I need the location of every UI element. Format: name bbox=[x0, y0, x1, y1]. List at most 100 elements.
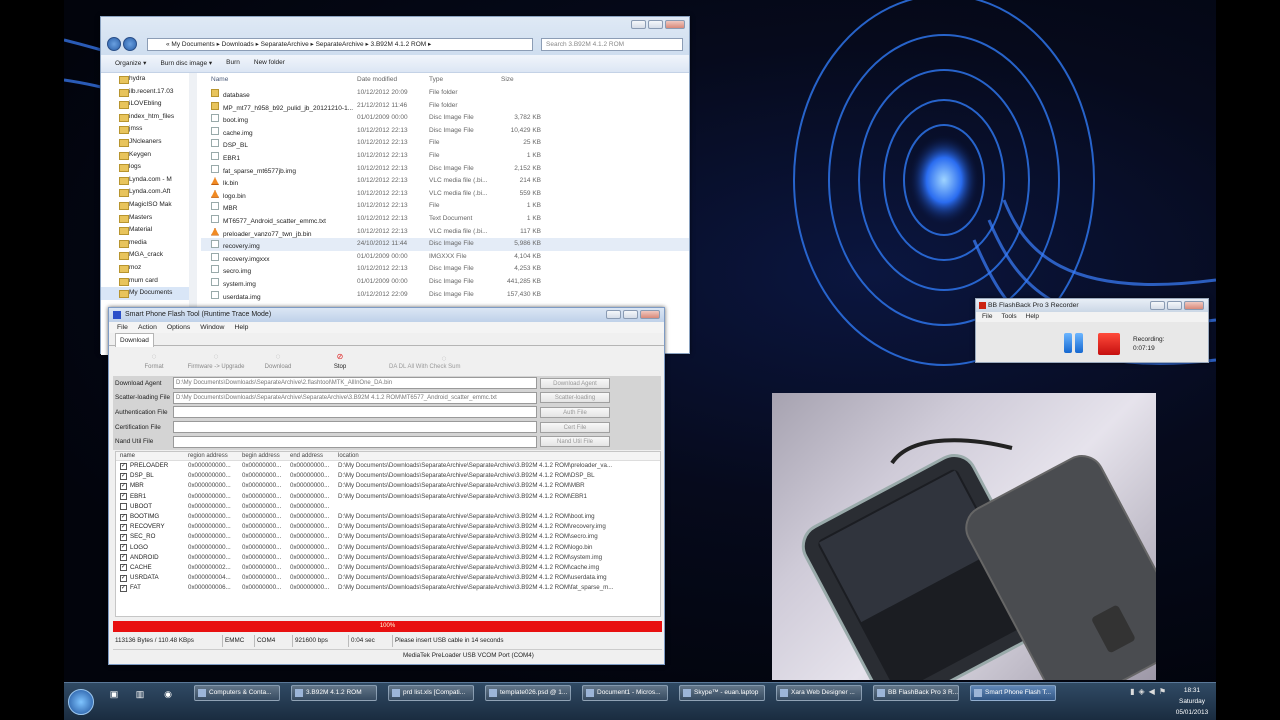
col-begin[interactable]: begin address bbox=[242, 452, 290, 460]
menu-tools[interactable]: Tools bbox=[1001, 312, 1016, 322]
taskbar-button[interactable]: 3.B92M 4.1.2 ROM bbox=[291, 685, 377, 701]
taskbar-button[interactable]: Computers & Conta... bbox=[194, 685, 280, 701]
explorer-window[interactable]: « My Documents ▸ Downloads ▸ SeparateArc… bbox=[100, 16, 690, 355]
partition-checkbox[interactable]: ✓ bbox=[120, 584, 127, 592]
flash-tool-window[interactable]: Smart Phone Flash Tool (Runtime Trace Mo… bbox=[108, 307, 665, 665]
partition-checkbox[interactable]: ✓ bbox=[120, 544, 127, 552]
file-row[interactable]: EBR1 10/12/2012 22:13 File 1 KB bbox=[201, 150, 689, 163]
download-button[interactable]: Download bbox=[247, 352, 309, 370]
col-name[interactable]: name bbox=[116, 452, 188, 460]
file-row[interactable]: recovery.imgxxx 01/01/2009 00:00 IMGXXX Fi… bbox=[201, 251, 689, 264]
taskbar-button[interactable]: prd list.xls [Compati... bbox=[388, 685, 474, 701]
column-date[interactable]: Date modified bbox=[357, 73, 429, 87]
taskbar-button[interactable]: Skype™ - euan.laptop bbox=[679, 685, 765, 701]
maximize-button[interactable] bbox=[1167, 301, 1182, 310]
taskbar-button[interactable]: Xara Web Designer ... bbox=[776, 685, 862, 701]
partition-row[interactable]: ✓ DSP_BL 0x000000000... 0x00000000... 0x0000… bbox=[116, 471, 660, 481]
partition-checkbox[interactable]: ✓ bbox=[120, 554, 127, 562]
minimize-button[interactable] bbox=[631, 20, 646, 29]
partition-checkbox[interactable]: ✓ bbox=[120, 462, 127, 470]
maximize-button[interactable] bbox=[623, 310, 638, 319]
tree-folder[interactable]: logs bbox=[101, 161, 190, 174]
pause-icon[interactable] bbox=[1064, 333, 1084, 353]
tree-folder[interactable]: hydra bbox=[101, 73, 190, 86]
partition-row[interactable]: ✓ ANDROID 0x000000000... 0x00000000... 0x000… bbox=[116, 553, 660, 563]
taskbar-button[interactable]: Document1 - Micros... bbox=[582, 685, 668, 701]
partition-checkbox[interactable]: ✓ bbox=[120, 574, 127, 582]
stop-button[interactable]: Stop bbox=[309, 352, 371, 370]
col-location[interactable]: location bbox=[338, 452, 638, 460]
tree-folder[interactable]: Masters bbox=[101, 212, 190, 225]
setting-browse-button[interactable]: Scatter-loading bbox=[540, 392, 610, 404]
partition-checkbox[interactable]: ✓ bbox=[120, 523, 127, 531]
taskbar-button[interactable]: BB FlashBack Pro 3 R... bbox=[873, 685, 959, 701]
tree-folder[interactable]: Lynda.com.Aft bbox=[101, 186, 190, 199]
maximize-button[interactable] bbox=[648, 20, 663, 29]
tree-folder[interactable]: MGA_crack bbox=[101, 249, 190, 262]
file-row[interactable]: recovery.img 24/10/2012 11:44 Disc Image F… bbox=[201, 238, 689, 251]
file-row[interactable]: fat_sparse_mt6577jb.img 10/12/2012 22:13 D… bbox=[201, 163, 689, 176]
tray-battery-icon[interactable]: ▮ bbox=[1130, 687, 1134, 696]
explorer-pin-icon[interactable]: ▥ bbox=[134, 689, 146, 701]
partition-row[interactable]: ✓ LOGO 0x000000000... 0x00000000... 0x000000… bbox=[116, 543, 660, 553]
tree-folder[interactable]: index_htm_files bbox=[101, 111, 190, 124]
menu-options[interactable]: Options bbox=[167, 322, 190, 333]
partition-row[interactable]: ✓ BOOTIMG 0x000000000... 0x00000000... 0x000… bbox=[116, 512, 660, 522]
partition-row[interactable]: ✓ PRELOADER 0x000000000... 0x00000000... 0x0… bbox=[116, 461, 660, 471]
partition-checkbox[interactable]: ✓ bbox=[120, 513, 127, 521]
tree-folder[interactable]: My Documents bbox=[101, 287, 190, 300]
menu-action[interactable]: Action bbox=[138, 322, 157, 333]
menu-window[interactable]: Window bbox=[200, 322, 224, 333]
file-row[interactable]: MT6577_Android_scatter_emmc.txt 10/12/201… bbox=[201, 213, 689, 226]
tree-folder[interactable]: media bbox=[101, 237, 190, 250]
menu-help[interactable]: Help bbox=[1026, 312, 1039, 322]
tab-download[interactable]: Download bbox=[115, 333, 154, 347]
recorder-window[interactable]: BB FlashBack Pro 3 Recorder File Tools H… bbox=[975, 298, 1209, 363]
clock[interactable]: 18:31 Saturday 05/01/2013 bbox=[1172, 685, 1212, 718]
setting-path-field[interactable]: D:\My Documents\Downloads\SeparateArchiv… bbox=[173, 391, 537, 404]
tree-folder[interactable]: Lynda.com - M bbox=[101, 174, 190, 187]
file-row[interactable]: lk.bin 10/12/2012 22:13 VLC media file (.b… bbox=[201, 175, 689, 188]
close-button[interactable] bbox=[665, 20, 685, 29]
partition-row[interactable]: ✓ USRDATA 0x000000004... 0x00000000... 0x000… bbox=[116, 573, 660, 583]
close-button[interactable] bbox=[1184, 301, 1204, 310]
minimize-button[interactable] bbox=[1150, 301, 1165, 310]
forward-icon[interactable] bbox=[123, 37, 137, 51]
partition-row[interactable]: ✓ FAT 0x000000006... 0x00000000... 0x0000000… bbox=[116, 583, 660, 593]
col-region[interactable]: region address bbox=[188, 452, 242, 460]
partition-row[interactable]: UBOOT 0x000000000... 0x00000000... 0x000000… bbox=[116, 502, 660, 512]
tree-folder[interactable]: moz bbox=[101, 262, 190, 275]
partition-row[interactable]: ✓ EBR1 0x000000000... 0x00000000... 0x000000… bbox=[116, 492, 660, 502]
file-row[interactable]: DSP_BL 10/12/2012 22:13 File 25 KB bbox=[201, 137, 689, 150]
file-row[interactable]: logo.bin 10/12/2012 22:13 VLC media file (… bbox=[201, 188, 689, 201]
stop-record-icon[interactable] bbox=[1098, 333, 1120, 355]
start-button[interactable] bbox=[68, 689, 94, 715]
partition-row[interactable]: ✓ SEC_RO 0x000000000... 0x00000000... 0x0000… bbox=[116, 532, 660, 542]
partition-checkbox[interactable]: ✓ bbox=[120, 533, 127, 541]
partition-checkbox[interactable] bbox=[120, 503, 127, 511]
menu-file[interactable]: File bbox=[982, 312, 992, 322]
file-row[interactable]: boot.img 01/01/2009 00:00 Disc Image File 3… bbox=[201, 112, 689, 125]
taskbar-button[interactable]: template026.psd @ 1... bbox=[485, 685, 571, 701]
tree-folder[interactable]: jmss bbox=[101, 123, 190, 136]
partition-checkbox[interactable]: ✓ bbox=[120, 493, 127, 501]
menu-file[interactable]: File bbox=[117, 322, 128, 333]
tree-folder[interactable]: Keygen bbox=[101, 149, 190, 162]
file-row[interactable]: database 10/12/2012 20:09 File folder bbox=[201, 87, 689, 100]
close-button[interactable] bbox=[640, 310, 660, 319]
format-button[interactable]: Format bbox=[123, 352, 185, 370]
organize-button[interactable]: Organize ▾ bbox=[115, 59, 146, 68]
file-row[interactable]: secro.img 10/12/2012 22:13 Disc Image File… bbox=[201, 263, 689, 276]
setting-browse-button[interactable]: Nand Util File bbox=[540, 436, 610, 448]
partition-row[interactable]: ✓ CACHE 0x000000002... 0x00000000... 0x00000… bbox=[116, 563, 660, 573]
partition-row[interactable]: ✓ RECOVERY 0x000000000... 0x00000000... 0x00… bbox=[116, 522, 660, 532]
file-row[interactable]: MP_mt77_h958_b92_pulid_jb_20121210-1... 2… bbox=[201, 100, 689, 113]
burn-button[interactable]: Burn bbox=[226, 59, 240, 68]
tray-flag-icon[interactable]: ⚑ bbox=[1159, 687, 1166, 696]
minimize-button[interactable] bbox=[606, 310, 621, 319]
file-row[interactable]: system.img 01/01/2009 00:00 Disc Image Fil… bbox=[201, 276, 689, 289]
da-checksum-checkbox[interactable]: DA DL All With Check Sum bbox=[389, 354, 499, 370]
search-input[interactable]: Search 3.B92M 4.1.2 ROM bbox=[541, 38, 683, 51]
setting-browse-button[interactable]: Auth File bbox=[540, 406, 610, 418]
file-row[interactable]: MBR 10/12/2012 22:13 File 1 KB bbox=[201, 200, 689, 213]
